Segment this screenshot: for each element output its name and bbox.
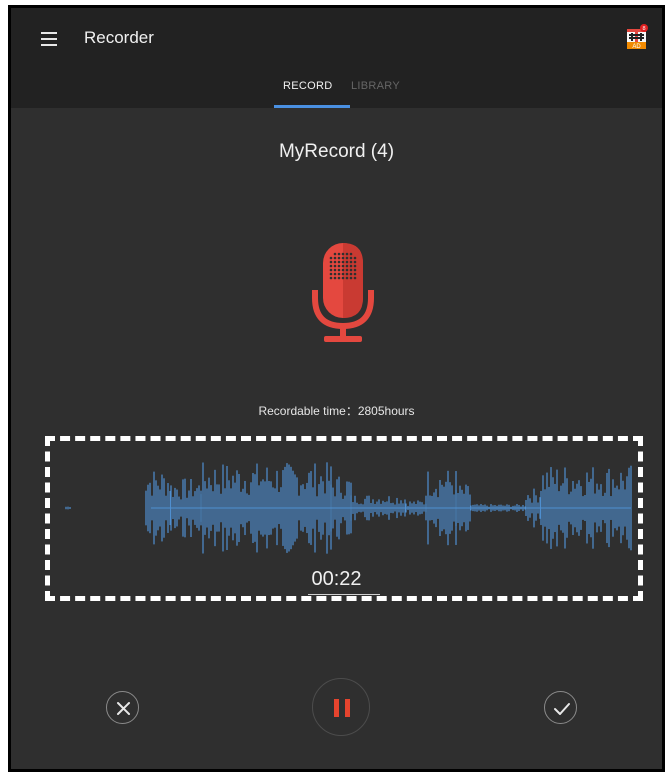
checkmark-icon — [554, 703, 570, 715]
recorder-screen: Recorder AD 8 RECORD LIBRARY MyRecord (4… — [8, 5, 665, 772]
timer-underline — [308, 594, 380, 595]
waveform — [65, 462, 632, 554]
elapsed-timer: 00:22 — [311, 568, 362, 590]
close-icon — [117, 702, 130, 715]
pause-icon — [334, 699, 350, 717]
confirm-button[interactable] — [544, 691, 577, 724]
cancel-button[interactable] — [106, 691, 139, 724]
pause-button[interactable] — [312, 678, 370, 736]
